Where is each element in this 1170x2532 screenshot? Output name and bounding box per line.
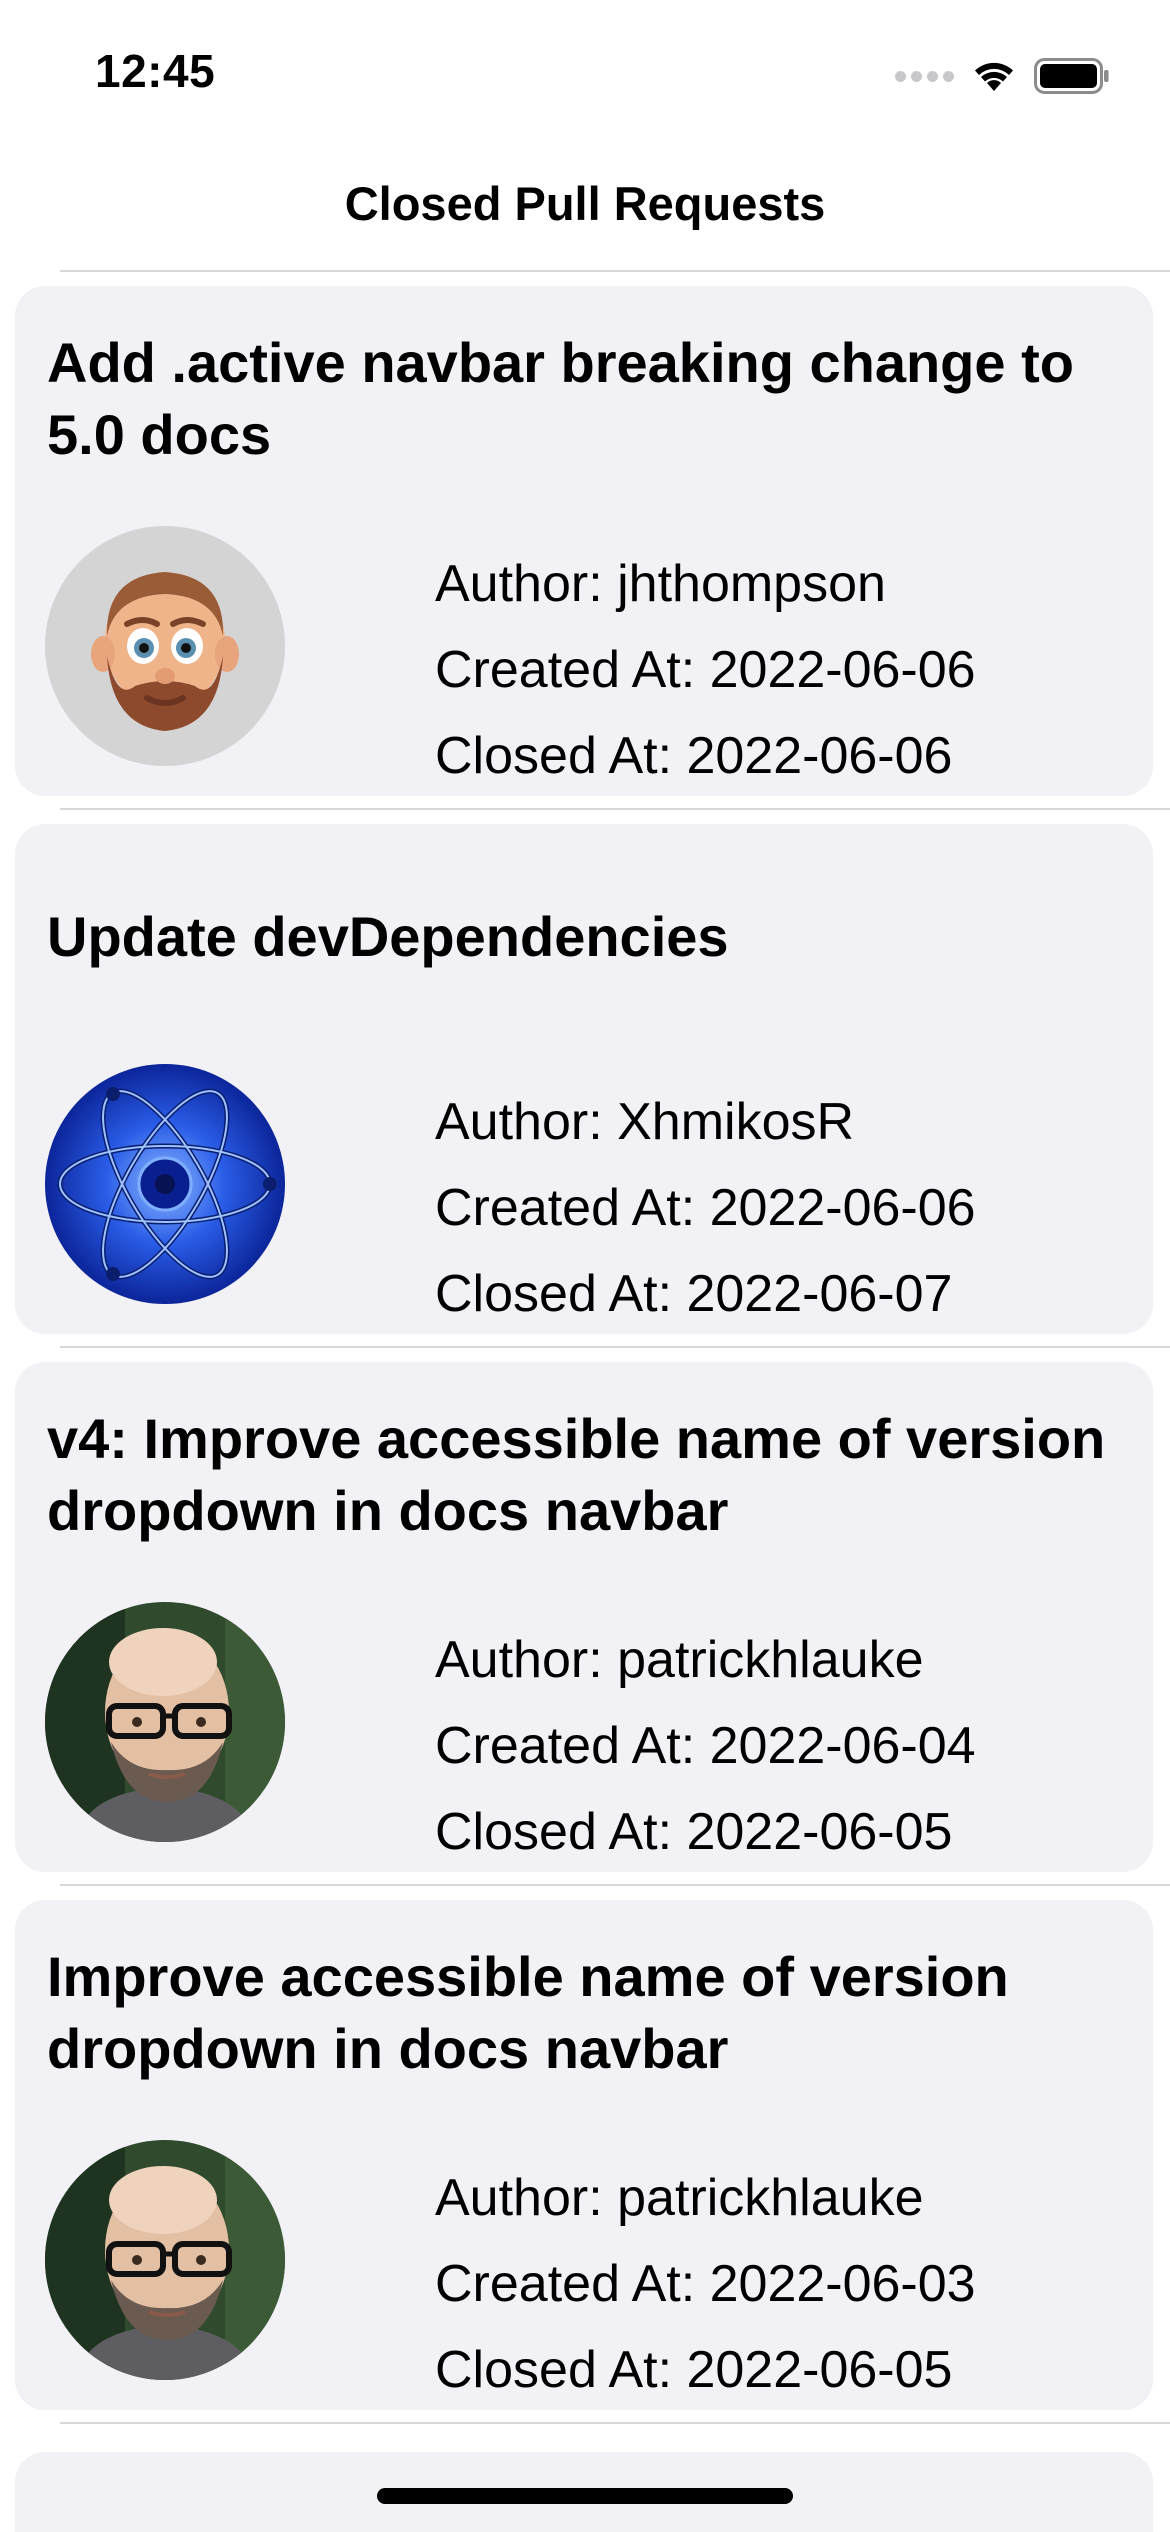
pull-request-title: Add .active navbar breaking change to 5.… — [47, 331, 1074, 466]
closed-at-label: Closed At: 2022-06-07 — [435, 1265, 953, 1323]
closed-at-label: Closed At: 2022-06-05 — [435, 1803, 953, 1861]
created-at-label: Created At: 2022-06-03 — [435, 2255, 976, 2313]
created-at-label: Created At: 2022-06-04 — [435, 1717, 976, 1775]
pull-request-card[interactable]: Add .active navbar breaking change to 5.… — [15, 286, 1153, 796]
pull-request-meta: Author: XhmikosR Created At: 2022-06-06 … — [435, 1079, 976, 1337]
status-icons — [895, 52, 1110, 100]
author-label: Author: jhthompson — [435, 555, 886, 613]
divider — [60, 1884, 1170, 1886]
wifi-icon — [975, 62, 1013, 91]
pull-request-card[interactable]: Update devDependencies Author: XhmikosR … — [15, 824, 1153, 1334]
pull-request-card[interactable]: v4: Improve accessible name of version d… — [15, 1362, 1153, 1872]
photo-avatar — [45, 2140, 285, 2380]
photo-avatar — [45, 1602, 285, 1842]
closed-at-label: Closed At: 2022-06-06 — [435, 727, 953, 785]
created-at-label: Created At: 2022-06-06 — [435, 641, 976, 699]
pull-request-card[interactable]: Improve accessible name of version dropd… — [15, 1900, 1153, 2410]
pull-request-title: Update devDependencies — [47, 905, 729, 968]
author-label: Author: patrickhlauke — [435, 1631, 924, 1689]
divider — [60, 270, 1170, 272]
pull-request-title: Improve accessible name of version dropd… — [47, 1945, 1009, 2080]
pull-request-meta: Author: patrickhlauke Created At: 2022-0… — [435, 1617, 976, 1875]
divider — [60, 1346, 1170, 1348]
pull-request-meta: Author: patrickhlauke Created At: 2022-0… — [435, 2155, 976, 2413]
closed-at-label: Closed At: 2022-06-05 — [435, 2341, 953, 2399]
pull-request-title: v4: Improve accessible name of version d… — [47, 1407, 1106, 1542]
battery-icon — [1034, 58, 1109, 94]
author-label: Author: patrickhlauke — [435, 2169, 924, 2227]
divider — [60, 2422, 1170, 2424]
status-time: 12:45 — [95, 45, 216, 97]
memoji-avatar — [45, 526, 285, 766]
page-title: Closed Pull Requests — [344, 177, 826, 230]
atom-avatar — [45, 1064, 285, 1304]
pull-request-meta: Author: jhthompson Created At: 2022-06-0… — [435, 541, 976, 799]
created-at-label: Created At: 2022-06-06 — [435, 1179, 976, 1237]
author-label: Author: XhmikosR — [435, 1093, 855, 1151]
status-bar: 12:45 — [0, 0, 1170, 140]
cellular-signal-icon — [895, 70, 954, 82]
home-indicator[interactable] — [377, 2488, 793, 2504]
divider — [60, 808, 1170, 810]
